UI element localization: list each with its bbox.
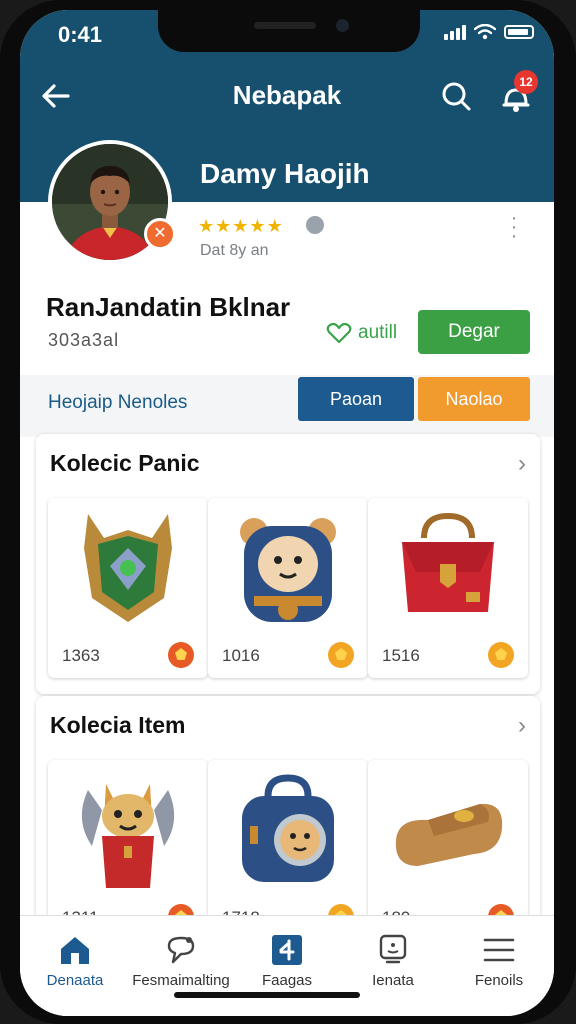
signal-icon	[444, 24, 466, 40]
nav-label: Denaata	[46, 972, 104, 989]
front-camera	[336, 19, 349, 32]
nav-label: Ienata	[372, 972, 414, 989]
star-icon: ★	[266, 216, 283, 236]
nav-item-chat[interactable]: Fesmaimalting	[128, 926, 234, 996]
heart-icon	[326, 322, 352, 344]
status-time: 0:41	[58, 22, 103, 47]
battery-icon	[504, 25, 534, 39]
notification-badge: 12	[514, 70, 538, 94]
screen: 0:41 Nebapak 12 ✕ Damy Haojih ★ ★ ★ ★ ★ …	[20, 10, 554, 1016]
phone-frame: 0:41 Nebapak 12 ✕ Damy Haojih ★ ★ ★ ★ ★ …	[0, 0, 576, 1024]
tab-button-orange[interactable]: Naolao	[418, 377, 530, 421]
emblem-icon	[84, 514, 172, 622]
notch	[158, 10, 420, 52]
home-icon	[61, 937, 89, 964]
bear-backpack-icon	[240, 518, 336, 622]
info-icon[interactable]	[306, 216, 324, 234]
collection-section: Kolecic Panic › 1363 1016 1516	[36, 434, 540, 694]
coin-icon	[168, 642, 194, 668]
nav-item-add[interactable]: Faagas	[234, 926, 340, 996]
chat-icon	[167, 936, 195, 964]
coin-icon	[328, 642, 354, 668]
item-card[interactable]: 189	[368, 760, 528, 940]
star-icon: ★	[215, 216, 232, 236]
fox-costume-icon	[81, 784, 175, 888]
item-card[interactable]: 1363	[48, 498, 208, 678]
user-subtitle: Dat 8y an	[200, 242, 269, 259]
item-card[interactable]: 1016	[208, 498, 368, 678]
profile-number: 303a3al	[48, 330, 120, 350]
coin-icon	[488, 642, 514, 668]
speaker	[254, 22, 316, 29]
avatar-edit-badge[interactable]: ✕	[144, 218, 176, 250]
star-icon: ★	[198, 216, 215, 236]
status-icons	[444, 24, 534, 40]
user-name: Damy Haojih	[200, 158, 370, 189]
item-count: 1363	[62, 646, 100, 665]
leather-pouch-icon	[395, 803, 503, 866]
chevron-right-icon[interactable]: ›	[518, 712, 526, 740]
tab-bar-label: Heojaip Nenoles	[48, 392, 188, 413]
tab-button-blue[interactable]: Paoan	[298, 377, 414, 421]
nav-label: Fesmaimalting	[132, 972, 230, 989]
item-card[interactable]: 1718	[208, 760, 368, 940]
add-square-icon	[272, 935, 302, 965]
more-options-icon[interactable]: · · ·	[506, 208, 522, 246]
red-bag-icon	[402, 512, 494, 612]
item-card[interactable]: 1516	[368, 498, 528, 678]
bottom-navigation: Denaata Fesmaimalting Faagas Ienata Feno…	[20, 915, 554, 1016]
nav-label: Fenoils	[474, 972, 524, 989]
section-title: Kolecia Item	[50, 712, 186, 738]
follow-link[interactable]: autill	[326, 322, 397, 344]
star-icon: ★	[249, 216, 266, 236]
follow-label: autill	[358, 322, 398, 343]
primary-action-button[interactable]: Degar	[418, 310, 530, 354]
wifi-icon	[474, 24, 496, 40]
nav-label: Faagas	[261, 972, 313, 989]
search-icon[interactable]	[438, 78, 474, 114]
home-indicator[interactable]	[174, 992, 360, 998]
message-icon	[379, 934, 407, 964]
blue-backpack-icon	[242, 774, 334, 882]
chevron-right-icon[interactable]: ›	[518, 450, 526, 478]
nav-item-menu[interactable]: Fenoils	[446, 926, 552, 996]
item-card[interactable]: 1311	[48, 760, 208, 940]
menu-icon	[483, 938, 515, 962]
nav-item-home[interactable]: Denaata	[22, 926, 128, 996]
collection-section: Kolecia Item › 1311	[36, 696, 540, 942]
profile-title: RanJandatin Bklnar	[46, 292, 291, 322]
item-count: 1016	[222, 646, 260, 665]
star-icon: ★	[232, 216, 249, 236]
nav-item-message[interactable]: Ienata	[340, 926, 446, 996]
section-title: Kolecic Panic	[50, 450, 200, 476]
item-count: 1516	[382, 646, 420, 665]
rating-stars: ★ ★ ★ ★ ★	[198, 216, 283, 237]
